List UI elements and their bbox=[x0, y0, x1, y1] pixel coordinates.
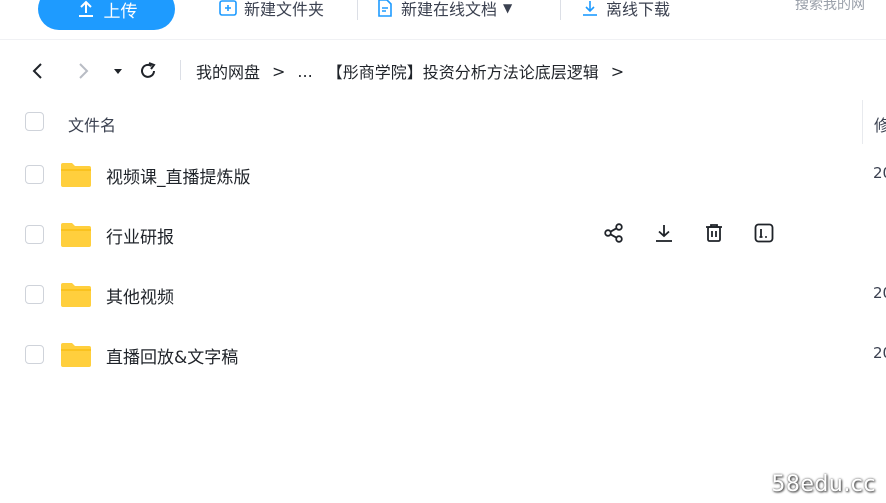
refresh-icon bbox=[141, 62, 156, 78]
share-button[interactable] bbox=[602, 221, 626, 245]
history-dropdown[interactable] bbox=[107, 60, 129, 82]
column-header-modified[interactable]: 修 bbox=[874, 112, 886, 136]
row-checkbox[interactable] bbox=[25, 165, 44, 184]
file-row[interactable]: 行业研报 bbox=[0, 207, 886, 263]
upload-icon bbox=[78, 0, 93, 17]
file-date: 20 bbox=[873, 164, 886, 182]
nav-divider bbox=[180, 60, 181, 80]
new-online-doc-button[interactable]: 新建在线文档 ▼ bbox=[375, 0, 512, 20]
share-icon bbox=[604, 223, 623, 243]
back-button[interactable] bbox=[27, 60, 49, 82]
new-folder-label: 新建文件夹 bbox=[244, 0, 325, 19]
folder-icon bbox=[61, 163, 91, 187]
watermark: 58edu.cc bbox=[771, 472, 876, 497]
breadcrumb-separator: > bbox=[610, 61, 625, 81]
upload-label: 上传 bbox=[103, 1, 138, 22]
new-folder-icon bbox=[219, 0, 237, 16]
breadcrumb-item-current[interactable]: 【彤商学院】投资分析方法论底层逻辑 bbox=[327, 59, 599, 83]
column-header-name[interactable]: 文件名 bbox=[68, 112, 116, 136]
file-row[interactable]: 其他视频 20 bbox=[0, 267, 886, 323]
new-online-doc-label: 新建在线文档 bbox=[401, 0, 498, 19]
toolbar-divider-line bbox=[0, 39, 886, 40]
folder-icon bbox=[61, 283, 91, 307]
toolbar: 上传 新建文件夹 新建在线文档 ▼ 离线下载 搜索我的网 bbox=[0, 0, 886, 36]
file-name[interactable]: 行业研报 bbox=[106, 223, 174, 248]
toolbar-divider bbox=[560, 0, 561, 20]
row-checkbox[interactable] bbox=[25, 285, 44, 304]
download-icon bbox=[656, 225, 672, 242]
rename-icon bbox=[754, 223, 774, 243]
navigation-bar: 我的网盘 > ... 【彤商学院】投资分析方法论底层逻辑 > bbox=[0, 52, 886, 88]
search-input[interactable]: 搜索我的网 bbox=[795, 0, 886, 22]
forward-button[interactable] bbox=[72, 60, 94, 82]
select-all-checkbox[interactable] bbox=[25, 112, 44, 131]
breadcrumb-separator: > bbox=[272, 61, 286, 81]
upload-button[interactable]: 上传 bbox=[38, 0, 175, 30]
breadcrumb-item-root[interactable]: 我的网盘 bbox=[196, 59, 260, 83]
refresh-button[interactable] bbox=[137, 60, 159, 82]
rename-button[interactable] bbox=[752, 221, 776, 245]
file-row[interactable]: 直播回放&文字稿 20 bbox=[0, 327, 886, 383]
row-checkbox[interactable] bbox=[25, 345, 44, 364]
row-checkbox[interactable] bbox=[25, 225, 44, 244]
trash-icon bbox=[706, 224, 722, 242]
file-name[interactable]: 直播回放&文字稿 bbox=[106, 343, 238, 368]
new-folder-button[interactable]: 新建文件夹 bbox=[218, 0, 324, 20]
caret-down-icon: ▼ bbox=[503, 1, 513, 15]
row-actions bbox=[602, 221, 776, 245]
toolbar-divider bbox=[357, 0, 358, 20]
caret-down-icon bbox=[114, 69, 122, 74]
offline-download-label: 离线下载 bbox=[606, 0, 671, 19]
breadcrumb-item-ellipsis[interactable]: ... bbox=[297, 62, 312, 81]
file-row[interactable]: 视频课_直播提炼版 20 bbox=[0, 147, 886, 203]
file-date: 20 bbox=[873, 344, 886, 362]
file-name[interactable]: 其他视频 bbox=[106, 283, 174, 308]
breadcrumb: 我的网盘 > ... 【彤商学院】投资分析方法论底层逻辑 > bbox=[196, 59, 636, 83]
folder-icon bbox=[61, 343, 91, 367]
new-doc-icon bbox=[378, 0, 392, 17]
column-divider[interactable] bbox=[862, 100, 863, 144]
chevron-left-icon bbox=[32, 63, 42, 79]
file-date: 20 bbox=[873, 284, 886, 302]
chevron-right-icon bbox=[79, 63, 89, 79]
download-icon bbox=[583, 1, 597, 16]
delete-button[interactable] bbox=[702, 221, 726, 245]
file-table-header: 文件名 修 bbox=[0, 100, 886, 144]
file-name[interactable]: 视频课_直播提炼版 bbox=[106, 163, 251, 188]
download-button[interactable] bbox=[652, 221, 676, 245]
offline-download-button[interactable]: 离线下载 bbox=[580, 0, 670, 20]
folder-icon bbox=[61, 223, 91, 247]
